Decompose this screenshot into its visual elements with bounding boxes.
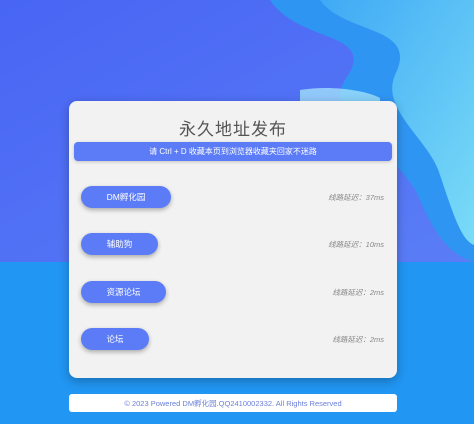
link-button-forum[interactable]: 论坛 [81, 328, 149, 350]
link-button-fuzhugou[interactable]: 辅助狗 [81, 233, 158, 255]
bookmark-notice: 请 Ctrl + D 收藏本页到浏览器收藏夹回家不迷路 [74, 142, 392, 161]
latency-text: 线路延迟：37ms [328, 193, 384, 202]
footer-copyright: © 2023 Powered DM孵化园.QQ2410002332. All R… [69, 394, 397, 412]
latency-text: 线路延迟：10ms [328, 240, 384, 249]
page-title: 永久地址发布 [179, 120, 287, 139]
link-button-dm-incubator[interactable]: DM孵化园 [81, 186, 171, 208]
link-button-resource-forum[interactable]: 资源论坛 [81, 281, 166, 303]
latency-text: 线路延迟：2ms [332, 288, 384, 297]
main-card: 永久地址发布 请 Ctrl + D 收藏本页到浏览器收藏夹回家不迷路 DM孵化园… [69, 101, 397, 378]
latency-text: 线路延迟：2ms [332, 335, 384, 344]
